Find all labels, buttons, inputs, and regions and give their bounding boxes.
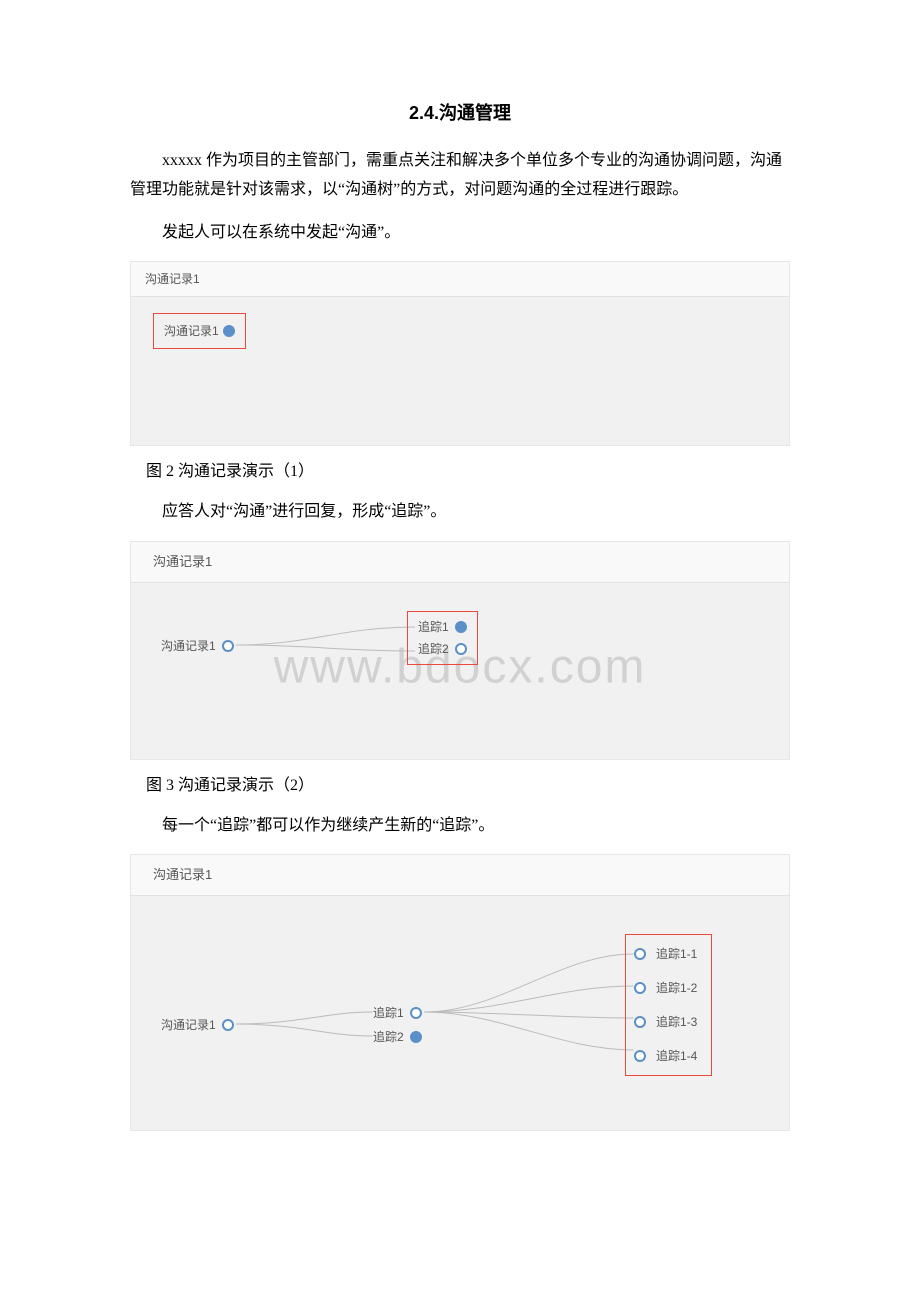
comm-panel-2: 沟通记录1 www.bdocx.com 沟通记录1 追踪1 追踪2 (130, 541, 790, 760)
panel3-track1-label: 追踪1 (373, 1004, 404, 1022)
node-circle-icon (222, 1019, 234, 1031)
panel2-track2[interactable]: 追踪2 (418, 640, 467, 658)
intro-paragraph: xxxxx 作为项目的主管部门，需重点关注和解决多个单位多个专业的沟通协调问题，… (130, 147, 790, 205)
panel2-track1-label: 追踪1 (418, 618, 449, 636)
node-circle-icon (410, 1007, 422, 1019)
node-circle-icon (455, 621, 467, 633)
node-circle-icon (455, 643, 467, 655)
paragraph-b: 应答人对“沟通”进行回复，形成“追踪”。 (130, 498, 790, 527)
node-circle-icon (223, 325, 235, 337)
panel3-leaf2[interactable]: 追踪1-2 (634, 979, 697, 997)
panel2-tab-label: 沟通记录1 (153, 554, 212, 569)
panel2-root-label: 沟通记录1 (161, 637, 216, 655)
figure-caption-1: 图 2 沟通记录演示（1） (130, 460, 790, 484)
node-circle-icon (410, 1031, 422, 1043)
node-circle-icon (634, 1016, 646, 1028)
panel2-root-node[interactable]: 沟通记录1 (161, 637, 234, 655)
panel3-leaf4[interactable]: 追踪1-4 (634, 1047, 697, 1065)
panel1-node-highlight[interactable]: 沟通记录1 (153, 313, 246, 349)
figure-caption-2: 图 3 沟通记录演示（2） (130, 774, 790, 798)
node-circle-icon (634, 948, 646, 960)
panel3-tab-label: 沟通记录1 (153, 867, 212, 882)
paragraph-c: 每一个“追踪”都可以作为继续产生新的“追踪”。 (130, 812, 790, 841)
panel1-tab[interactable]: 沟通记录1 (131, 262, 789, 297)
panel3-leaf1[interactable]: 追踪1-1 (634, 945, 697, 963)
panel3-root-node[interactable]: 沟通记录1 (161, 1016, 234, 1034)
panel3-root-label: 沟通记录1 (161, 1016, 216, 1034)
panel3-leaves-highlight: 追踪1-1 追踪1-2 追踪1-3 追踪1-4 (625, 934, 712, 1076)
panel2-track1[interactable]: 追踪1 (418, 618, 467, 636)
panel2-tab[interactable]: 沟通记录1 (131, 542, 789, 583)
panel3-leaf3-label: 追踪1-3 (656, 1013, 697, 1031)
comm-panel-1: 沟通记录1 沟通记录1 (130, 261, 790, 446)
node-circle-icon (222, 640, 234, 652)
panel3-tab[interactable]: 沟通记录1 (131, 855, 789, 896)
panel2-edges (131, 583, 789, 759)
panel3-leaf2-label: 追踪1-2 (656, 979, 697, 997)
panel3-track2-node[interactable]: 追踪2 (373, 1028, 422, 1046)
comm-panel-3: 沟通记录1 沟通记录1 追踪1 追踪2 追踪1-1 (130, 854, 790, 1131)
node-circle-icon (634, 1050, 646, 1062)
section-title: 2.4.沟通管理 (130, 100, 790, 127)
panel2-track2-label: 追踪2 (418, 640, 449, 658)
paragraph-a: 发起人可以在系统中发起“沟通”。 (130, 219, 790, 248)
panel2-canvas: www.bdocx.com 沟通记录1 追踪1 追踪2 (131, 583, 789, 759)
panel1-tab-label: 沟通记录1 (145, 272, 200, 286)
panel1-node-label: 沟通记录1 (164, 322, 219, 340)
panel2-children-highlight: 追踪1 追踪2 (407, 611, 478, 665)
panel3-leaf4-label: 追踪1-4 (656, 1047, 697, 1065)
panel1-canvas: 沟通记录1 (131, 297, 789, 445)
panel3-track2-label: 追踪2 (373, 1028, 404, 1046)
panel3-leaf1-label: 追踪1-1 (656, 945, 697, 963)
panel3-track1-node[interactable]: 追踪1 (373, 1004, 422, 1022)
panel3-leaf3[interactable]: 追踪1-3 (634, 1013, 697, 1031)
node-circle-icon (634, 982, 646, 994)
panel3-canvas: 沟通记录1 追踪1 追踪2 追踪1-1 追踪1-2 追踪1-3 (131, 896, 789, 1130)
